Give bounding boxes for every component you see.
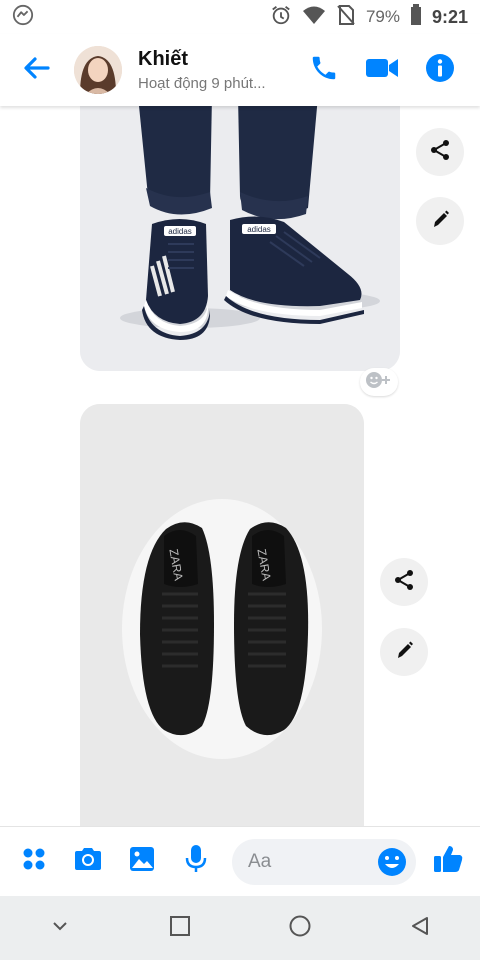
chevron-down-icon <box>51 919 69 937</box>
collapse-button[interactable] <box>30 898 90 958</box>
apps-grid-icon <box>21 846 47 877</box>
back-button[interactable] <box>0 34 72 106</box>
gallery-button[interactable] <box>120 840 164 884</box>
no-sim-icon <box>336 4 356 31</box>
recents-button[interactable] <box>150 898 210 958</box>
recents-square-icon <box>169 915 191 942</box>
adidas-shoes-photo: adidas adidas <box>80 106 400 371</box>
share-button-2[interactable] <box>380 558 428 606</box>
image-message-1[interactable]: adidas adidas <box>80 106 400 371</box>
avatar[interactable] <box>74 46 122 94</box>
contact-info[interactable]: Khiết Hoạt động 9 phút... <box>138 48 266 92</box>
home-circle-icon <box>288 914 312 943</box>
home-button[interactable] <box>270 898 330 958</box>
system-navigation-bar <box>0 896 480 960</box>
message-list[interactable]: adidas adidas ZARA ZARA <box>0 106 480 826</box>
message-composer <box>0 826 480 896</box>
thumbs-up-icon <box>432 843 464 880</box>
phone-icon <box>309 53 339 88</box>
back-arrow-icon <box>21 53 51 88</box>
pencil-icon <box>428 207 452 236</box>
conversation-info-button[interactable] <box>422 52 458 88</box>
conversation-header: Khiết Hoạt động 9 phút... <box>0 34 480 106</box>
wifi-icon <box>302 4 326 31</box>
contact-status: Hoạt động 9 phút... <box>138 75 266 92</box>
voice-call-button[interactable] <box>306 52 342 88</box>
more-actions-button[interactable] <box>12 840 56 884</box>
add-emoji-icon <box>364 371 394 394</box>
gallery-icon <box>128 845 156 878</box>
message-input[interactable] <box>248 850 368 873</box>
microphone-icon <box>184 844 208 879</box>
camera-button[interactable] <box>66 840 110 884</box>
voice-message-button[interactable] <box>174 840 218 884</box>
alarm-icon <box>270 4 292 31</box>
clock: 9:21 <box>431 6 468 27</box>
system-back-button[interactable] <box>390 898 450 958</box>
share-icon <box>428 138 452 167</box>
pencil-icon <box>392 638 416 667</box>
message-input-container[interactable] <box>232 838 416 885</box>
share-button-1[interactable] <box>416 128 464 176</box>
battery-percent: 79% <box>365 7 400 26</box>
contact-name: Khiết <box>138 48 188 70</box>
video-camera-icon <box>365 55 399 86</box>
messenger-chat-screen: 79% 9:21 Khiết Hoạt động 9 phút... adida… <box>0 0 480 960</box>
send-like-button[interactable] <box>428 842 468 882</box>
back-triangle-icon <box>409 915 431 942</box>
add-reaction-button[interactable] <box>360 368 398 396</box>
messenger-icon <box>12 4 34 31</box>
video-call-button[interactable] <box>364 52 400 88</box>
info-icon <box>425 53 455 88</box>
emoji-icon[interactable] <box>376 846 408 878</box>
svg-text:adidas: adidas <box>168 227 192 236</box>
edit-button-2[interactable] <box>380 628 428 676</box>
battery-icon <box>410 3 422 31</box>
image-message-2[interactable]: ZARA ZARA <box>80 404 364 826</box>
edit-button-1[interactable] <box>416 197 464 245</box>
share-icon <box>392 568 416 597</box>
svg-text:adidas: adidas <box>247 225 271 234</box>
zara-shoes-photo: ZARA ZARA <box>80 404 364 826</box>
camera-icon <box>73 846 103 877</box>
status-bar: 79% 9:21 <box>0 0 480 34</box>
